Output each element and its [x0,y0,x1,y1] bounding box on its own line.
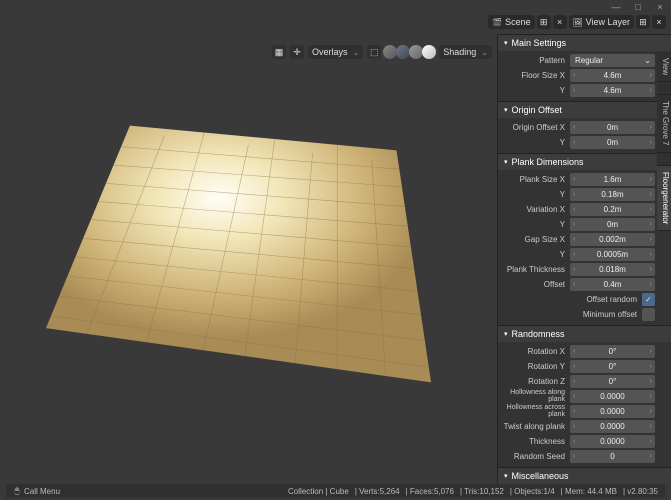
scene-label: Scene [505,17,531,27]
random-seed-field[interactable]: 0 [570,450,655,463]
disclosure-icon: ▾ [504,472,508,480]
section-miscellaneous[interactable]: ▾Miscellaneous [498,468,671,484]
section-randomness[interactable]: ▾Randomness [498,326,671,342]
twist-field[interactable]: 0.0000 [570,420,655,433]
xray-button[interactable]: ⬚ [367,45,381,59]
viewlayer-browse-button[interactable]: ⊞ [636,15,650,29]
properties-panel: ▾Main Settings PatternRegular Floor Size… [497,34,671,484]
pattern-dropdown[interactable]: Regular [570,54,655,67]
viewlayer-icon: 🖼 [573,17,583,27]
scene-icon: 🎬 [492,17,502,27]
plank-thickness-field[interactable]: 0.018m [570,263,655,276]
gap-size-x-field[interactable]: 0.002m [570,233,655,246]
hollowness-across-field[interactable]: 0.0000 [570,405,655,418]
floor-object[interactable] [41,104,436,404]
viewport-3d[interactable]: ▦ ✛ Overlays ⌄ ⬚ Shading ⌄ [6,34,497,484]
window-maximize[interactable]: □ [627,0,649,14]
viewlayer-close-button[interactable]: × [652,15,666,29]
view-button[interactable]: ▦ [272,45,286,59]
plank-size-x-field[interactable]: 1.6m [570,173,655,186]
scene-close-button[interactable]: × [553,15,567,29]
vtab-view[interactable]: View [657,52,671,82]
minimum-offset-checkbox[interactable] [642,308,655,321]
status-collection: Collection | Cube [285,487,352,496]
origin-offset-y-field[interactable]: 0m [570,136,655,149]
gizmo-button[interactable]: ✛ [290,45,304,59]
variation-x-field[interactable]: 0.2m [570,203,655,216]
scene-selector[interactable]: 🎬 Scene [488,15,535,29]
call-menu-hint: Call Menu [24,487,60,496]
floor-size-x-field[interactable]: 4.6m [570,69,655,82]
gap-size-y-field[interactable]: 0.0005m [570,248,655,261]
scene-browse-button[interactable]: ⊞ [537,15,551,29]
disclosure-icon: ▾ [504,106,508,114]
window-close[interactable]: × [649,0,671,14]
window-minimize[interactable]: — [605,0,627,14]
vtab-grove[interactable]: The Grove 7 [657,95,671,152]
status-version: | v2.80:35 [620,487,661,496]
status-bar: 🖱 Call Menu Collection | Cube | Verts:5,… [6,484,665,498]
section-plank-dimensions[interactable]: ▾Plank Dimensions [498,154,671,170]
thickness-field[interactable]: 0.0000 [570,435,655,448]
shading-rendered-icon[interactable] [422,45,436,59]
vertical-tabs: View The Grove 7 Floorgenerator [657,52,671,231]
shading-solid-icon[interactable] [396,45,410,59]
vtab-spacer2 [657,153,671,166]
rotation-x-field[interactable]: 0° [570,345,655,358]
shading-material-icon[interactable] [409,45,423,59]
plank-size-y-field[interactable]: 0.18m [570,188,655,201]
viewlayer-selector[interactable]: 🖼 View Layer [569,15,634,29]
vtab-floorgenerator[interactable]: Floorgenerator [657,166,671,231]
variation-y-field[interactable]: 0m [570,218,655,231]
rotation-z-field[interactable]: 0° [570,375,655,388]
cursor-icon: 🖱 [10,484,24,498]
offset-field[interactable]: 0.4m [570,278,655,291]
disclosure-icon: ▾ [504,39,508,47]
disclosure-icon: ▾ [504,330,508,338]
header-bar: 🎬 Scene ⊞ × 🖼 View Layer ⊞ × [0,14,671,30]
section-origin-offset[interactable]: ▾Origin Offset [498,102,671,118]
vtab-spacer [657,82,671,95]
shading-wireframe-icon[interactable] [383,45,397,59]
offset-random-checkbox[interactable]: ✓ [642,293,655,306]
disclosure-icon: ▾ [504,158,508,166]
section-main-settings[interactable]: ▾Main Settings [498,35,671,51]
overlays-toggle[interactable]: Overlays ⌄ [308,45,363,59]
viewport-toolbar-right: ▦ ✛ Overlays ⌄ ⬚ Shading ⌄ [271,44,493,60]
floor-size-y-field[interactable]: 4.6m [570,84,655,97]
hollowness-along-field[interactable]: 0.0000 [570,390,655,403]
shading-mode-spheres[interactable] [384,45,436,59]
rotation-y-field[interactable]: 0° [570,360,655,373]
origin-offset-x-field[interactable]: 0m [570,121,655,134]
shading-dropdown[interactable]: Shading ⌄ [439,45,492,59]
viewlayer-label: View Layer [586,17,630,27]
